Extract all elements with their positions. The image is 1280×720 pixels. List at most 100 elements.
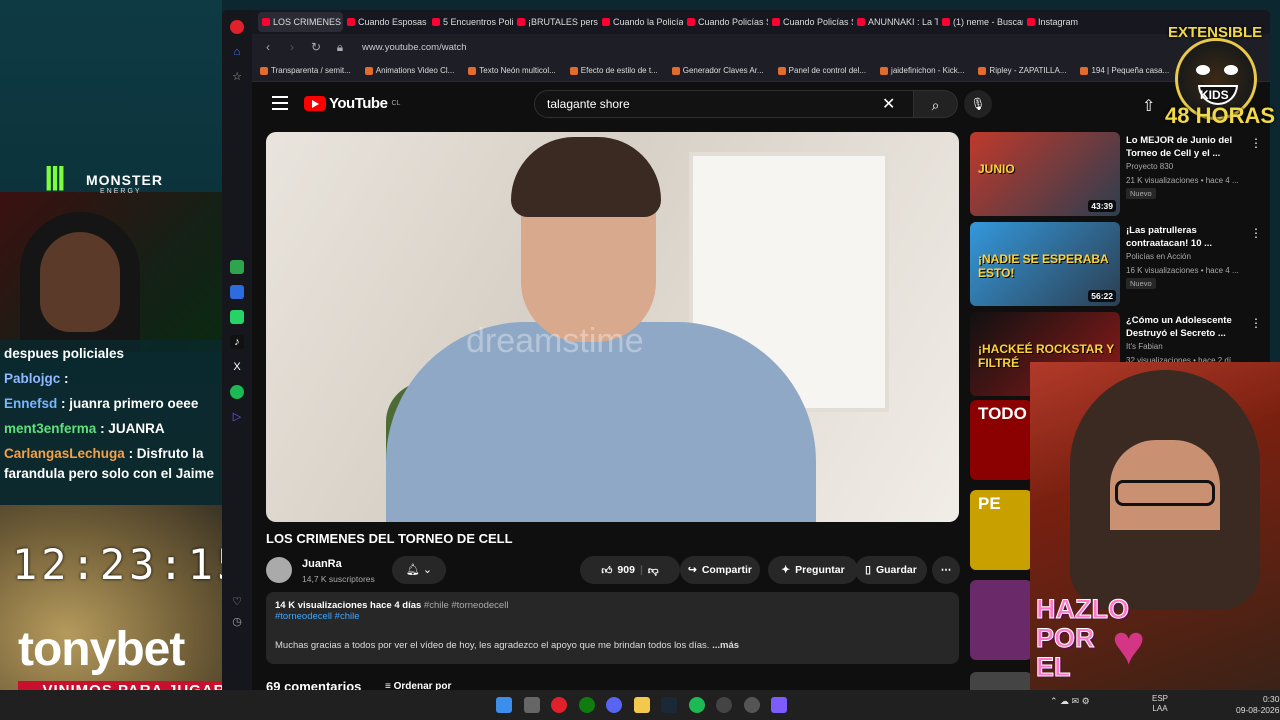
tiktok-icon[interactable]: ♪ — [230, 335, 244, 349]
tab-8[interactable]: (1) neme - Buscar / — [938, 12, 1023, 32]
recommended-video[interactable]: ¡NADIE SE ESPERABA ESTO! 56:22 ¡Las patrul… — [970, 222, 1262, 308]
start-icon[interactable] — [496, 697, 512, 713]
tab-1[interactable]: Cuando Esposas M — [343, 12, 428, 32]
chat-message: Pablojgc : — [4, 369, 218, 389]
like-count[interactable]: 909 — [617, 564, 635, 576]
bookmark-item[interactable]: Animations Video Cl... — [364, 66, 454, 75]
recommended-title[interactable]: Lo MEJOR de Junio del Torneo de Cell y e… — [1126, 134, 1244, 160]
more-options-icon[interactable]: ⋮ — [1250, 136, 1262, 150]
new-badge: Nuevo — [1126, 188, 1156, 199]
bookmark-item[interactable]: Efecto de estilo de t... — [569, 66, 658, 75]
recommended-channel[interactable]: Proyecto 830 — [1126, 162, 1173, 171]
spotify-taskbar-icon[interactable] — [689, 697, 705, 713]
menu-icon[interactable] — [272, 96, 288, 110]
video-player[interactable]: dreamstime — [266, 132, 959, 522]
thumbnail-text: JUNIO — [978, 162, 1015, 176]
show-more-link[interactable]: ...más — [712, 640, 739, 651]
url-field[interactable]: www.youtube.com/watch — [362, 42, 467, 53]
reload-icon[interactable]: ↻ — [308, 40, 324, 54]
taskview-icon[interactable] — [524, 697, 540, 713]
more-options-icon[interactable]: ⋮ — [1250, 316, 1262, 330]
tab-7[interactable]: ANUNNAKI : La Tec — [853, 12, 938, 32]
notification-bell-button[interactable]: 🔔︎ ⌄ — [392, 556, 446, 584]
partial-thumbnail[interactable]: PE — [970, 490, 1032, 570]
tab-4[interactable]: Cuando la Policía re — [598, 12, 683, 32]
history-icon[interactable]: ◷ — [230, 615, 244, 629]
upload-icon[interactable]: ⇧ — [1142, 96, 1155, 116]
search-button[interactable]: ⌕ — [914, 90, 958, 118]
folder-icon[interactable] — [634, 697, 650, 713]
chat-username: Ennefsd — [4, 396, 58, 411]
bookmark-item[interactable]: 194 | Pequeña casa... — [1080, 66, 1169, 75]
messenger-icon[interactable] — [230, 285, 244, 299]
bookmark-item[interactable]: jaidefinichon - Kick... — [880, 66, 964, 75]
recommended-title[interactable]: ¿Cómo un Adolescente Destruyó el Secreto… — [1126, 314, 1244, 340]
recommended-video[interactable]: JUNIO 43:39 Lo MEJOR de Junio del Torneo d… — [970, 132, 1262, 218]
more-actions-button[interactable]: ⋯ — [932, 556, 960, 584]
channel-name[interactable]: JuanRa — [302, 558, 342, 570]
partial-thumbnail[interactable]: TODO — [970, 400, 1032, 480]
share-button[interactable]: ↪ Compartir — [680, 556, 760, 584]
partial-thumbnail[interactable] — [970, 580, 1032, 660]
inline-tags[interactable]: #chile #torneodecell — [424, 600, 509, 611]
views-date: 14 K visualizaciones hace 4 días — [275, 600, 422, 611]
dislike-icon[interactable]: 👎︎ — [648, 564, 659, 577]
hashtag-links[interactable]: #torneodecell #chile — [275, 611, 950, 622]
discord-icon[interactable] — [606, 697, 622, 713]
tab-5[interactable]: Cuando Policías Se — [683, 12, 768, 32]
mic-icon[interactable]: 🎙︎ — [964, 90, 992, 118]
recommended-channel[interactable]: It's Fabian — [1126, 342, 1163, 351]
save-button[interactable]: ▯ Guardar — [855, 556, 927, 584]
steam-icon[interactable] — [661, 697, 677, 713]
chat-text: : JUANRA — [100, 421, 165, 436]
bookmark-item[interactable]: Panel de control del... — [777, 66, 866, 75]
home-icon[interactable]: ⌂ — [230, 45, 244, 59]
like-icon[interactable]: 👍︎ — [601, 564, 612, 577]
channel-avatar[interactable] — [266, 557, 292, 583]
app-icon[interactable] — [771, 697, 787, 713]
video-thumbnail[interactable]: ¡NADIE SE ESPERABA ESTO! 56:22 — [970, 222, 1120, 306]
clear-search-icon[interactable]: ✕ — [882, 94, 895, 114]
bookmark-icon: ▯ — [865, 564, 871, 576]
tab-3[interactable]: ¡BRUTALES persecu — [513, 12, 598, 32]
chatgpt-icon[interactable] — [230, 260, 244, 274]
xbox-icon[interactable] — [579, 697, 595, 713]
bookmark-item[interactable]: Transparenta / semit... — [260, 66, 351, 75]
chat-text: : juanra primero oeee — [61, 396, 199, 411]
opera-icon[interactable] — [230, 20, 244, 34]
x-icon[interactable]: X — [230, 360, 244, 374]
bookmark-item[interactable]: Ripley - ZAPATILLA... — [978, 66, 1066, 75]
video-thumbnail[interactable]: JUNIO 43:39 — [970, 132, 1120, 216]
streamer-face — [40, 232, 120, 332]
back-icon[interactable]: ‹ — [260, 40, 276, 54]
recommended-title[interactable]: ¡Las patrulleras contraatacan! 10 ... — [1126, 224, 1244, 250]
player-icon[interactable]: ▷ — [230, 410, 244, 424]
badge-eye-left — [1196, 65, 1210, 75]
tab-favicon-icon — [772, 18, 780, 26]
ask-button[interactable]: ✦ Preguntar — [768, 556, 858, 584]
new-badge: Nuevo — [1126, 278, 1156, 289]
tab-6[interactable]: Cuando Policías Se — [768, 12, 853, 32]
description-box[interactable]: 14 K visualizaciones hace 4 días #chile … — [266, 592, 959, 664]
settings-icon[interactable] — [744, 697, 760, 713]
obs-icon[interactable] — [716, 697, 732, 713]
language-indicator[interactable]: ESP LAA — [1152, 694, 1168, 714]
more-options-icon[interactable]: ⋮ — [1250, 226, 1262, 240]
tab-0[interactable]: LOS CRIMENES DEL T — [258, 12, 343, 32]
partial-thumbnail[interactable] — [970, 672, 1032, 692]
recommended-channel[interactable]: Policías en Acción — [1126, 252, 1191, 261]
star-icon[interactable]: ☆ — [230, 70, 244, 84]
heart-icon[interactable]: ♡ — [230, 595, 244, 609]
opera-taskbar-icon[interactable] — [551, 697, 567, 713]
youtube-logo[interactable]: YouTube CL — [304, 95, 400, 112]
spotify-icon[interactable] — [230, 385, 244, 399]
tab-9[interactable]: Instagram — [1023, 12, 1108, 32]
whatsapp-icon[interactable] — [230, 310, 244, 324]
bookmark-item[interactable]: Texto Neón multicol... — [468, 66, 556, 75]
tab-2[interactable]: 5 Encuentros Polici — [428, 12, 513, 32]
search-input[interactable]: talagante shore — [534, 90, 914, 118]
system-tray[interactable]: ⌃ ☁ ✉ ⚙ — [1050, 696, 1090, 707]
clock-tray[interactable]: 0:30 09-08-2026 — [1236, 694, 1279, 716]
bookmark-item[interactable]: Generador Claves Ar... — [671, 66, 764, 75]
forward-icon[interactable]: › — [284, 40, 300, 54]
